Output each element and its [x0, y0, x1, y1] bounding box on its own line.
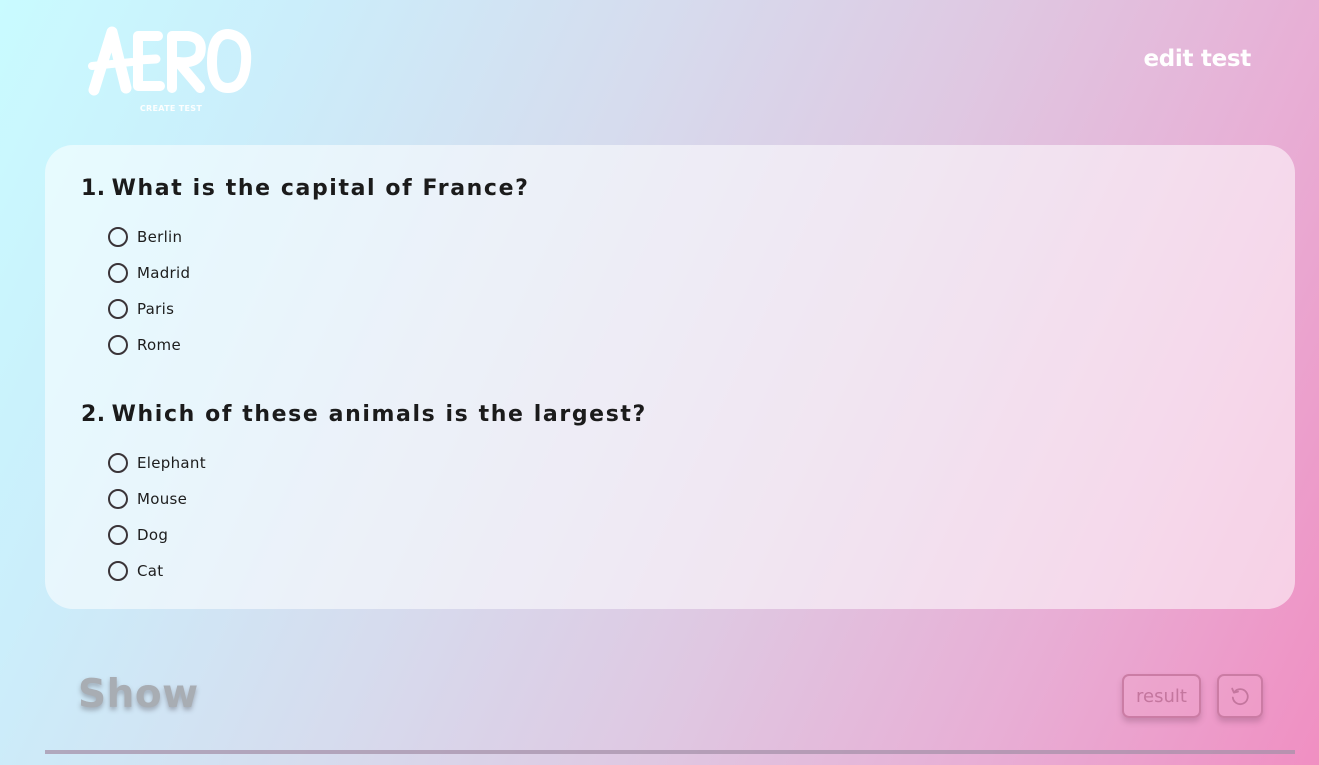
question-2-options: Elephant Mouse Dog Cat	[81, 445, 1295, 589]
edit-test-link[interactable]: edit test	[1143, 46, 1251, 72]
radio-button[interactable]	[108, 561, 128, 581]
option-berlin[interactable]: Berlin	[108, 219, 1295, 255]
option-label: Dog	[137, 526, 169, 544]
option-dog[interactable]: Dog	[108, 517, 1295, 553]
radio-button[interactable]	[108, 263, 128, 283]
question-1: 1. What is the capital of France? Berlin…	[81, 175, 1295, 363]
question-1-title: 1. What is the capital of France?	[81, 175, 1295, 203]
radio-button[interactable]	[108, 335, 128, 355]
option-label: Mouse	[137, 490, 188, 508]
question-1-options: Berlin Madrid Paris Rome	[81, 219, 1295, 363]
option-cat[interactable]: Cat	[108, 553, 1295, 589]
question-2: 2. Which of these animals is the largest…	[81, 401, 1295, 589]
option-mouse[interactable]: Mouse	[108, 481, 1295, 517]
option-label: Berlin	[137, 228, 183, 246]
aero-logo[interactable]: CREATE TEST	[88, 26, 254, 118]
option-label: Rome	[137, 336, 181, 354]
radio-button[interactable]	[108, 299, 128, 319]
option-label: Paris	[137, 300, 175, 318]
logo-subtitle: CREATE TEST	[139, 104, 203, 113]
question-text: Which of these animals is the largest?	[111, 402, 647, 427]
quiz-card: 1. What is the capital of France? Berlin…	[45, 145, 1295, 609]
bottom-divider	[45, 750, 1295, 754]
option-elephant[interactable]: Elephant	[108, 445, 1295, 481]
radio-button[interactable]	[108, 525, 128, 545]
radio-button[interactable]	[108, 227, 128, 247]
question-text: What is the capital of France?	[111, 176, 530, 201]
reset-button[interactable]	[1217, 674, 1263, 718]
show-label: Show	[78, 672, 199, 717]
question-number: 2.	[81, 402, 106, 427]
radio-button[interactable]	[108, 489, 128, 509]
radio-button[interactable]	[108, 453, 128, 473]
option-paris[interactable]: Paris	[108, 291, 1295, 327]
question-number: 1.	[81, 176, 106, 201]
option-label: Cat	[137, 562, 164, 580]
option-label: Madrid	[137, 264, 191, 282]
refresh-icon	[1231, 687, 1249, 706]
logo-wordmark	[88, 26, 252, 96]
question-2-title: 2. Which of these animals is the largest…	[81, 401, 1295, 429]
option-label: Elephant	[137, 454, 206, 472]
option-rome[interactable]: Rome	[108, 327, 1295, 363]
result-button[interactable]: result	[1122, 674, 1201, 718]
option-madrid[interactable]: Madrid	[108, 255, 1295, 291]
